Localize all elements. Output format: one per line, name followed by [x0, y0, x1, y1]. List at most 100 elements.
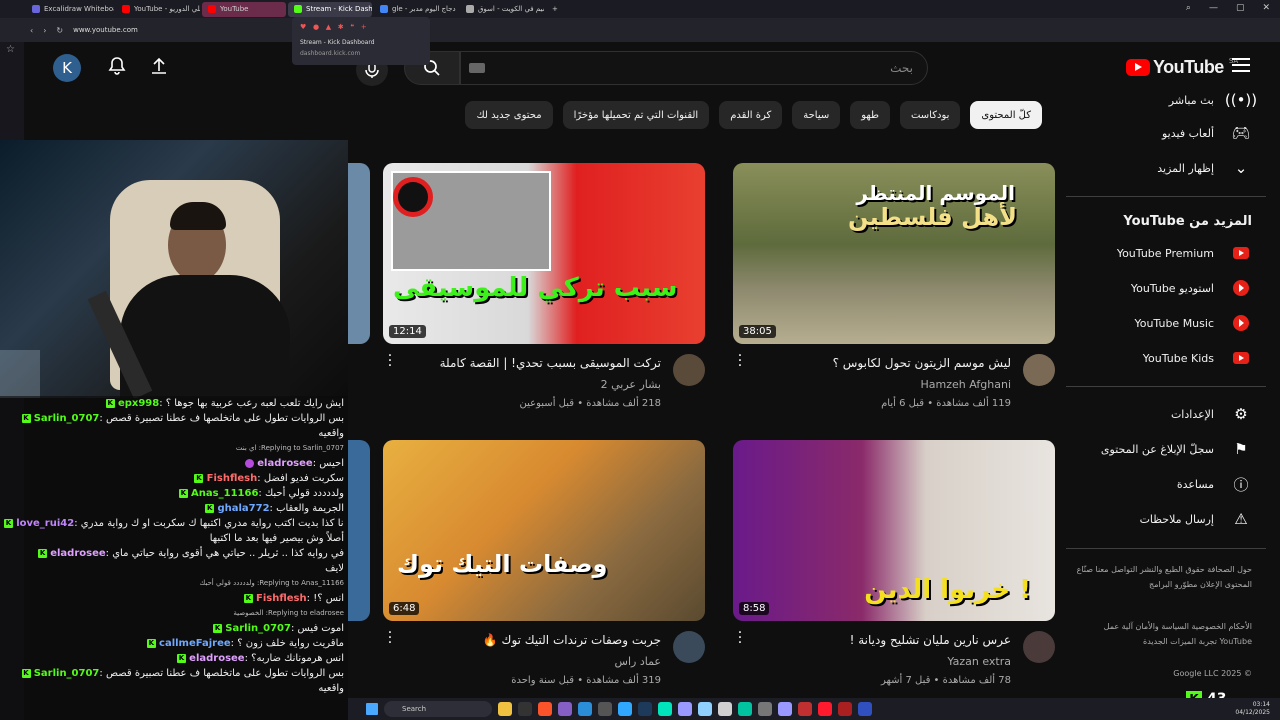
chip-podcasts[interactable]: بودكاست — [899, 101, 961, 129]
video-title[interactable]: ليش موسم الزيتون تحول لكابوس ؟ — [761, 356, 1011, 370]
chip-all[interactable]: كلّ المحتوى — [970, 101, 1042, 129]
youtube-logo[interactable]: YouTube SA — [1126, 57, 1238, 78]
video-thumbnail[interactable]: سبب تركي للموسيقى 12:14 — [383, 163, 705, 344]
video-card[interactable]: الموسم المنتظر لأهل فلسطين 38:05 ليش موس… — [733, 163, 1055, 414]
channel-name[interactable]: Hamzeh Afghani — [921, 378, 1011, 391]
channel-name[interactable]: عماد راس — [615, 655, 661, 668]
url-field[interactable]: www.youtube.com — [73, 26, 138, 34]
back-icon[interactable]: ‹ — [30, 26, 33, 35]
chat-username[interactable]: Anas_11166 — [191, 488, 258, 499]
chat-username[interactable]: epx998 — [118, 398, 159, 409]
app-icon[interactable] — [838, 702, 852, 716]
upload-icon[interactable] — [148, 56, 170, 78]
app-icon[interactable] — [798, 702, 812, 716]
taskbar-search[interactable]: Search — [384, 701, 492, 717]
channel-name[interactable]: Yazan extra — [947, 655, 1011, 668]
video-card[interactable]: وصفات التيك توك 6:48 جربت وصفات ترندات ا… — [383, 440, 705, 691]
guide-item-feedback[interactable]: ⚠ إرسال ملاحظات — [1140, 503, 1252, 535]
search-input[interactable]: بحث — [460, 51, 928, 85]
chat-username[interactable]: eladrosee — [257, 458, 312, 469]
guide-item-music[interactable]: YouTube Music — [1134, 307, 1252, 339]
chip-cooking[interactable]: طهو — [850, 101, 890, 129]
tab-youtube-1[interactable]: YouTube - حلي الدوريو — [116, 2, 200, 17]
channel-avatar[interactable] — [1023, 354, 1055, 386]
video-card[interactable]: سبب تركي للموسيقى 12:14 تركت الموسيقى بس… — [383, 163, 705, 414]
forward-icon[interactable]: › — [43, 26, 46, 35]
guide-item-studio[interactable]: استوديو YouTube — [1131, 272, 1252, 304]
guide-item-help[interactable]: ⓘ مساعدة — [1177, 468, 1252, 500]
app-icon[interactable] — [598, 702, 612, 716]
search-tabs-icon[interactable]: ⌕ — [1186, 3, 1191, 13]
system-clock[interactable]: 03:14 04/12/2025 — [1235, 701, 1270, 717]
video-thumbnail-partial[interactable] — [348, 440, 370, 621]
chip-new-to-you[interactable]: محتوى جديد لك — [465, 101, 553, 129]
guide-footer-links[interactable]: حول الصحافة حقوق الطبع والنشر التواصل مع… — [1072, 562, 1252, 592]
visual-studio-icon[interactable] — [558, 702, 572, 716]
guide-item-kids[interactable]: YouTube Kids — [1143, 342, 1252, 374]
video-title[interactable]: عرس نارين مليان تشليح وديانة ! — [761, 633, 1011, 647]
video-title[interactable]: تركت الموسيقى بسبب تحدي! | القصة كاملة — [411, 356, 661, 370]
channel-avatar[interactable] — [673, 631, 705, 663]
video-thumbnail[interactable]: وصفات التيك توك 6:48 — [383, 440, 705, 621]
opera-icon[interactable] — [818, 702, 832, 716]
menu-icon[interactable] — [1232, 58, 1250, 72]
video-title[interactable]: جربت وصفات ترندات التيك توك 🔥 — [411, 633, 661, 647]
photoshop-icon[interactable] — [618, 702, 632, 716]
after-effects-icon[interactable] — [678, 702, 692, 716]
keyboard-icon[interactable] — [469, 63, 485, 73]
star-icon[interactable]: ☆ — [6, 44, 18, 55]
start-icon[interactable] — [366, 703, 378, 715]
chat-username[interactable]: Sarlin_0707 — [225, 623, 291, 634]
brave-icon[interactable] — [538, 702, 552, 716]
video-card[interactable]: خربوا الدين ! 8:58 عرس نارين مليان تشليح… — [733, 440, 1055, 691]
more-vert-icon[interactable]: · · · — [737, 349, 743, 373]
guide-item-premium[interactable]: YouTube Premium — [1117, 237, 1252, 269]
app-icon[interactable] — [638, 702, 652, 716]
guide-item-live[interactable]: ((•)) بث مباشر — [1169, 84, 1257, 116]
chip-football[interactable]: كرة القدم — [719, 101, 783, 129]
guide-item-gaming[interactable]: 🎮︎ ألعاب فيديو — [1162, 117, 1252, 149]
app-icon[interactable] — [858, 702, 872, 716]
tab-kick-dashboard[interactable]: Stream - Kick Dashbo — [288, 1, 372, 17]
guide-item-report-history[interactable]: ⚑ سجلّ الإبلاغ عن المحتوى — [1101, 433, 1252, 465]
more-vert-icon[interactable]: · · · — [387, 626, 393, 650]
tab-google-search[interactable]: gle - بحث - دجاج اليوم مدبر — [374, 2, 458, 17]
audition-icon[interactable] — [658, 702, 672, 716]
video-thumbnail[interactable]: الموسم المنتظر لأهل فلسطين 38:05 — [733, 163, 1055, 344]
media-encoder-icon[interactable] — [698, 702, 712, 716]
chip-tourism[interactable]: سياحة — [792, 101, 841, 129]
chat-username[interactable]: callmeFajree — [159, 638, 231, 649]
terminal-icon[interactable] — [518, 702, 532, 716]
more-vert-icon[interactable]: · · · — [387, 349, 393, 373]
reload-icon[interactable]: ↻ — [56, 26, 63, 35]
tab-excalidraw[interactable]: Excalidraw Whiteboard — [26, 2, 114, 17]
more-vert-icon[interactable]: · · · — [737, 626, 743, 650]
new-tab-button[interactable]: + — [546, 2, 564, 17]
audition-icon[interactable] — [738, 702, 752, 716]
guide-item-settings[interactable]: ⚙ الإعدادات — [1171, 398, 1252, 430]
guide-item-show-more[interactable]: ⌄ إظهار المزيد — [1157, 152, 1252, 184]
tab-other[interactable]: اسوق التسيم في الكويت - اسوق — [460, 2, 544, 17]
chat-username[interactable]: Fishflesh — [256, 593, 307, 604]
tab-youtube-active[interactable]: YouTube — [202, 1, 286, 17]
avatar[interactable]: K — [53, 54, 81, 82]
chat-username[interactable]: eladrosee — [189, 653, 244, 664]
minimize-icon[interactable]: — — [1209, 3, 1218, 13]
file-explorer-icon[interactable] — [498, 702, 512, 716]
app-icon[interactable] — [758, 702, 772, 716]
video-thumbnail[interactable]: خربوا الدين ! 8:58 — [733, 440, 1055, 621]
chat-username[interactable]: Fishflesh — [207, 473, 258, 484]
video-thumbnail-partial[interactable] — [348, 163, 370, 344]
app-icon[interactable] — [718, 702, 732, 716]
vscode-icon[interactable] — [578, 702, 592, 716]
premiere-icon[interactable] — [778, 702, 792, 716]
chat-username[interactable]: love_rui42 — [16, 518, 74, 529]
chat-username[interactable]: Sarlin_0707 — [34, 668, 100, 679]
channel-avatar[interactable] — [1023, 631, 1055, 663]
chat-username[interactable]: eladrosee — [50, 548, 105, 559]
channel-avatar[interactable] — [673, 354, 705, 386]
guide-footer-links-2[interactable]: الأحكام الخصوصية السياسة والأمان آلية عم… — [1072, 619, 1252, 649]
chat-username[interactable]: ghala772 — [217, 503, 269, 514]
notifications-bell-icon[interactable] — [106, 56, 128, 78]
chip-recently-uploaded[interactable]: القنوات التي تم تحميلها مؤخرًا — [562, 101, 710, 129]
